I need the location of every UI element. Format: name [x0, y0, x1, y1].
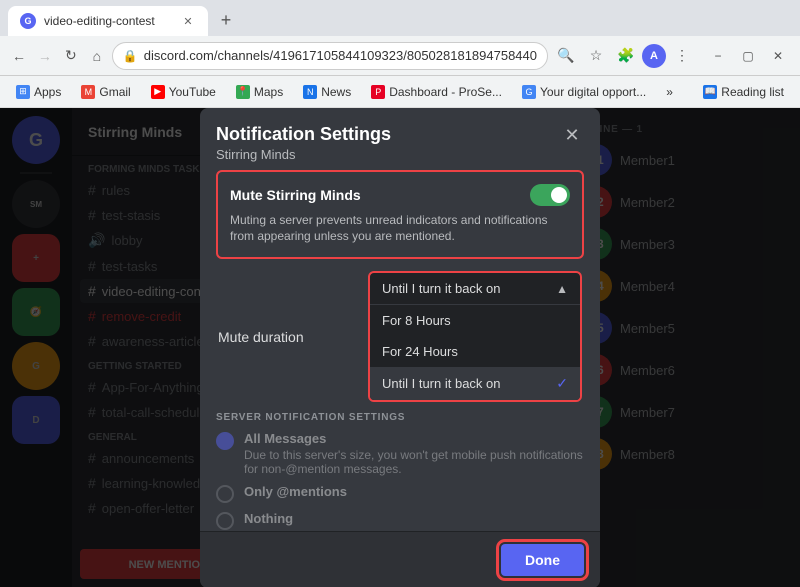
done-button[interactable]: Done: [501, 544, 584, 576]
radio-only-mentions[interactable]: Only @mentions: [216, 484, 584, 503]
home-button[interactable]: ⌂: [86, 42, 108, 70]
gmail-favicon: M: [81, 85, 95, 99]
bookmarks-bar: ⊞ Apps M Gmail ▶ YouTube 📍 Maps N News P…: [0, 76, 800, 108]
bookmark-apps[interactable]: ⊞ Apps: [8, 82, 69, 102]
pinterest-label: Dashboard - ProSe...: [389, 85, 502, 99]
radio-circle-all: [216, 432, 234, 450]
gmail-label: Gmail: [99, 85, 130, 99]
tab-bar: G video-editing-contest ✕ +: [0, 0, 800, 36]
reading-favicon: 📖: [703, 85, 717, 99]
profile-button[interactable]: A: [642, 44, 666, 68]
bookmark-reading[interactable]: 📖 Reading list: [695, 82, 792, 102]
mute-description: Muting a server prevents unread indicato…: [230, 212, 570, 246]
main-content: G SM + 🧭 G D Stirring Minds FORMING MIND…: [0, 108, 800, 587]
chevron-up-icon: ▲: [556, 282, 568, 296]
radio-all-messages[interactable]: All Messages Due to this server's size, …: [216, 431, 584, 476]
radio-label-nothing: Nothing: [244, 511, 293, 526]
radio-label-all: All Messages Due to this server's size, …: [244, 431, 584, 476]
dropdown-trigger[interactable]: Until I turn it back on ▲: [370, 273, 580, 304]
reading-label: Reading list: [721, 85, 784, 99]
news-favicon: N: [303, 85, 317, 99]
tab-favicon: G: [20, 13, 36, 29]
tab-title: video-editing-contest: [44, 14, 172, 28]
notification-settings-modal: Notification Settings Stirring Minds ✕ M…: [200, 108, 600, 587]
bookmark-more[interactable]: »: [658, 82, 681, 102]
google-favicon: G: [522, 85, 536, 99]
bookmark-news[interactable]: N News: [295, 82, 359, 102]
address-text: discord.com/channels/419617105844109323/…: [144, 48, 537, 63]
server-notification-label: SERVER NOTIFICATION SETTINGS: [216, 412, 584, 423]
refresh-button[interactable]: ↻: [60, 42, 82, 70]
checkmark-icon: ✓: [556, 375, 568, 392]
modal-title: Notification Settings: [216, 124, 391, 145]
mute-row: Mute Stirring Minds: [230, 184, 570, 206]
bookmark-maps[interactable]: 📍 Maps: [228, 82, 291, 102]
radio-label-mentions: Only @mentions: [244, 484, 347, 499]
dropdown-selected-value: Until I turn it back on: [382, 281, 501, 296]
google-label: Your digital opport...: [540, 85, 646, 99]
active-tab[interactable]: G video-editing-contest ✕: [8, 6, 208, 36]
maximize-button[interactable]: ▢: [734, 42, 762, 70]
youtube-favicon: ▶: [151, 85, 165, 99]
mute-duration-dropdown[interactable]: Until I turn it back on ▲ For 8 Hours Fo…: [368, 271, 582, 402]
apps-label: Apps: [34, 85, 61, 99]
menu-button[interactable]: ⋮: [668, 42, 696, 70]
radio-circle-nothing: [216, 512, 234, 530]
minimize-button[interactable]: −: [704, 42, 732, 70]
chrome-frame: G video-editing-contest ✕ + ← → ↻ ⌂ 🔒 di…: [0, 0, 800, 587]
address-bar[interactable]: 🔒 discord.com/channels/41961710584410932…: [112, 42, 548, 70]
star-icon-btn[interactable]: ☆: [582, 42, 610, 70]
radio-nothing[interactable]: Nothing: [216, 511, 584, 530]
maps-favicon: 📍: [236, 85, 250, 99]
modal-footer: Done: [200, 531, 600, 587]
bookmark-gmail[interactable]: M Gmail: [73, 82, 138, 102]
bookmark-pinterest[interactable]: P Dashboard - ProSe...: [363, 82, 510, 102]
modal-overlay: Notification Settings Stirring Minds ✕ M…: [0, 108, 800, 587]
mute-duration-label: Mute duration: [218, 329, 304, 345]
pinterest-favicon: P: [371, 85, 385, 99]
dropdown-item-8hours[interactable]: For 8 Hours: [370, 305, 580, 336]
nav-icons: 🔍 ☆ 🧩 A ⋮: [552, 42, 696, 70]
lock-icon: 🔒: [123, 49, 138, 63]
mute-duration-section: Mute duration Until I turn it back on ▲ …: [216, 271, 584, 402]
maps-label: Maps: [254, 85, 283, 99]
modal-close-button[interactable]: ✕: [560, 124, 584, 148]
new-tab-button[interactable]: +: [212, 6, 240, 34]
mute-toggle[interactable]: [530, 184, 570, 206]
window-controls: − ▢ ✕: [704, 42, 792, 70]
bookmark-youtube[interactable]: ▶ YouTube: [143, 82, 224, 102]
mute-label: Mute Stirring Minds: [230, 187, 361, 203]
dropdown-item-24hours[interactable]: For 24 Hours: [370, 336, 580, 367]
nav-bar: ← → ↻ ⌂ 🔒 discord.com/channels/419617105…: [0, 36, 800, 76]
dropdown-menu: For 8 Hours For 24 Hours Until I turn it…: [370, 304, 580, 400]
search-icon-btn[interactable]: 🔍: [552, 42, 580, 70]
modal-title-section: Notification Settings Stirring Minds: [216, 124, 391, 162]
mute-section: Mute Stirring Minds Muting a server prev…: [216, 170, 584, 260]
back-button[interactable]: ←: [8, 42, 30, 70]
bookmark-google[interactable]: G Your digital opport...: [514, 82, 654, 102]
radio-circle-mentions: [216, 485, 234, 503]
more-label: »: [666, 85, 673, 99]
extension-icon-btn[interactable]: 🧩: [612, 42, 640, 70]
youtube-label: YouTube: [169, 85, 216, 99]
apps-favicon: ⊞: [16, 85, 30, 99]
tab-close-btn[interactable]: ✕: [180, 13, 196, 29]
dropdown-item-until-back[interactable]: Until I turn it back on ✓: [370, 367, 580, 400]
modal-body: Mute Stirring Minds Muting a server prev…: [200, 170, 600, 531]
toggle-knob: [551, 187, 567, 203]
close-window-button[interactable]: ✕: [764, 42, 792, 70]
modal-header: Notification Settings Stirring Minds ✕: [200, 108, 600, 170]
modal-subtitle: Stirring Minds: [216, 147, 391, 162]
forward-button[interactable]: →: [34, 42, 56, 70]
news-label: News: [321, 85, 351, 99]
